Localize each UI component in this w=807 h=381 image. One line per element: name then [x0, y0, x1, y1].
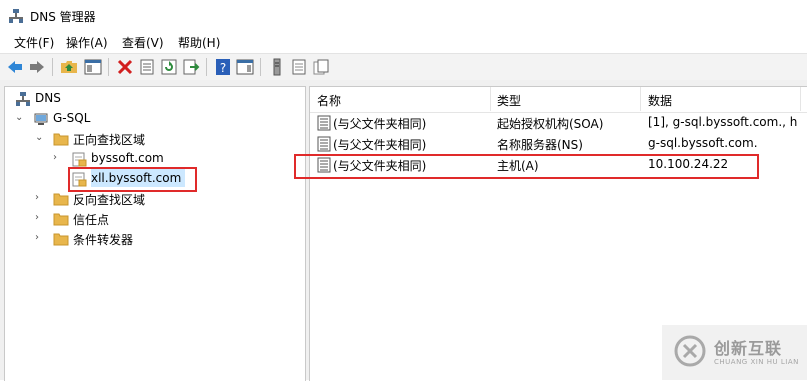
cell-name: (与父文件夹相同) — [333, 138, 427, 152]
toolbar-separator — [52, 58, 53, 76]
export-list-icon[interactable] — [182, 58, 200, 76]
help-icon[interactable]: ? — [214, 58, 232, 76]
folder-icon — [53, 213, 69, 226]
window-title: DNS 管理器 — [30, 10, 96, 24]
expand-chevron-icon[interactable]: › — [35, 232, 45, 244]
tree-node-zone-byssoft[interactable]: › byssoft.com — [53, 150, 223, 168]
cell-data: [1], g-sql.byssoft.com., h — [648, 115, 798, 129]
tree-label-zone-byssoft: byssoft.com — [91, 151, 164, 165]
new-record-icon[interactable] — [290, 58, 308, 76]
toolbar: ? — [0, 53, 807, 81]
brand-logo-icon — [674, 335, 706, 367]
collapse-chevron-icon[interactable]: ⌄ — [35, 132, 45, 144]
watermark-subtext: CHUANG XIN HU LIAN — [714, 358, 799, 366]
server-icon — [34, 113, 48, 125]
tree-node-forward-zones[interactable]: ⌄ 正向查找区域 — [35, 130, 205, 148]
toolbar-separator — [108, 58, 109, 76]
dns-root-icon — [16, 92, 30, 106]
column-header-data[interactable]: 数据 — [648, 92, 672, 109]
red-highlight-box — [68, 167, 197, 192]
tree-node-trust-points[interactable]: › 信任点 — [35, 210, 205, 228]
title-bar: DNS 管理器 — [0, 0, 807, 32]
cell-type: 名称服务器(NS) — [497, 138, 583, 152]
table-row[interactable]: (与父文件夹相同) 名称服务器(NS) g-sql.byssoft.com. — [310, 134, 807, 154]
tree-label-dns: DNS — [35, 91, 61, 105]
expand-chevron-icon[interactable]: › — [35, 192, 45, 204]
cell-data: g-sql.byssoft.com. — [648, 136, 758, 150]
column-divider[interactable] — [800, 87, 801, 111]
new-host-icon[interactable] — [268, 58, 286, 76]
delete-icon[interactable] — [116, 58, 134, 76]
menu-action[interactable]: 操作(A) — [64, 34, 110, 51]
up-folder-icon[interactable] — [60, 58, 78, 76]
collapse-chevron-icon[interactable]: ⌄ — [15, 112, 25, 124]
folder-icon — [53, 133, 69, 146]
tree-label-conditional-forwarders: 条件转发器 — [73, 233, 134, 247]
column-header-name[interactable]: 名称 — [317, 92, 341, 109]
cell-type: 起始授权机构(SOA) — [497, 117, 604, 131]
tree-label-reverse-zones: 反向查找区域 — [73, 193, 146, 207]
console-tree: DNS ⌄ G-SQL ⌄ 正向查找区域 › byssoft.com xll.b… — [4, 86, 306, 381]
refresh-icon[interactable] — [160, 58, 178, 76]
list-header: 名称 类型 数据 — [310, 87, 807, 113]
record-icon — [317, 115, 331, 131]
tree-label-trust-points: 信任点 — [73, 213, 110, 227]
forward-arrow-icon[interactable] — [28, 58, 46, 76]
watermark-text: 创新互联 — [714, 339, 783, 358]
new-zone-icon[interactable] — [312, 58, 330, 76]
expand-chevron-icon[interactable]: › — [53, 152, 63, 164]
menu-bar: 文件(F) 操作(A) 查看(V) 帮助(H) — [0, 32, 807, 52]
toolbar-separator — [206, 58, 207, 76]
show-hide-console-tree-icon[interactable] — [84, 58, 102, 76]
cell-name: (与父文件夹相同) — [333, 117, 427, 131]
tree-label-forward-zones: 正向查找区域 — [73, 133, 146, 147]
show-action-pane-icon[interactable] — [236, 58, 254, 76]
tree-node-reverse-zones[interactable]: › 反向查找区域 — [35, 190, 205, 208]
folder-icon — [53, 233, 69, 246]
red-highlight-box — [294, 154, 759, 179]
folder-icon — [53, 193, 69, 206]
column-divider[interactable] — [490, 87, 491, 111]
menu-help[interactable]: 帮助(H) — [176, 34, 222, 51]
dns-manager-icon — [9, 9, 23, 23]
column-header-type[interactable]: 类型 — [497, 92, 521, 109]
zone-icon — [72, 152, 87, 167]
record-icon — [317, 136, 331, 152]
properties-icon[interactable] — [138, 58, 156, 76]
table-row[interactable]: (与父文件夹相同) 起始授权机构(SOA) [1], g-sql.byssoft… — [310, 113, 807, 133]
watermark: 创新互联 CHUANG XIN HU LIAN — [662, 325, 807, 380]
tree-node-dns[interactable]: DNS — [15, 90, 135, 108]
svg-text:?: ? — [220, 61, 226, 75]
menu-view[interactable]: 查看(V) — [120, 34, 166, 51]
tree-node-conditional-forwarders[interactable]: › 条件转发器 — [35, 230, 205, 248]
menu-file[interactable]: 文件(F) — [12, 34, 56, 51]
expand-chevron-icon[interactable]: › — [35, 212, 45, 224]
column-divider[interactable] — [640, 87, 641, 111]
tree-label-server: G-SQL — [53, 111, 91, 125]
tree-node-server[interactable]: ⌄ G-SQL — [15, 110, 165, 128]
back-arrow-icon[interactable] — [6, 58, 24, 76]
toolbar-separator — [260, 58, 261, 76]
